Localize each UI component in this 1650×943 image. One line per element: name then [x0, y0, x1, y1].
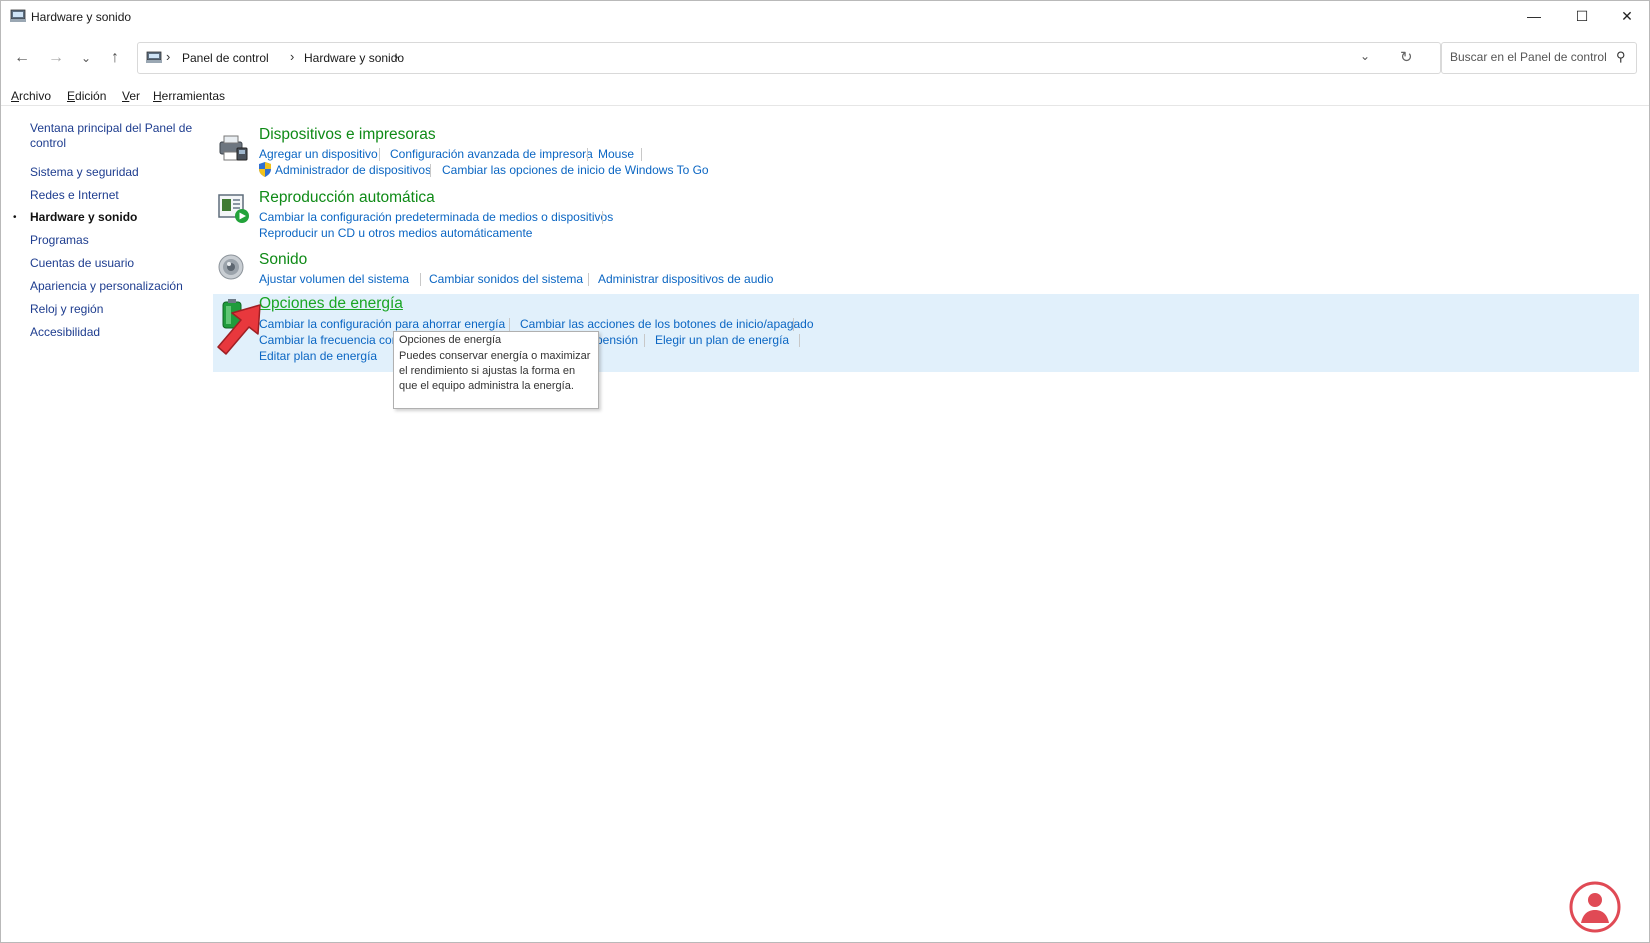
section-autoplay: Reproducción automática Cambiar la confi…	[213, 189, 1641, 244]
menu-herramientas[interactable]: Herramientas	[153, 89, 225, 103]
red-pointer-arrow-icon	[217, 304, 261, 355]
link-divider	[587, 148, 588, 161]
autoplay-icon	[218, 194, 249, 223]
link-add-device[interactable]: Agregar un dispositivo	[259, 147, 378, 161]
menu-archivo-accesskey: A	[11, 89, 20, 103]
link-advanced-printer-setup[interactable]: Configuración avanzada de impresora	[390, 147, 593, 161]
link-change-media-defaults[interactable]: Cambiar la configuración predeterminada …	[259, 210, 613, 224]
power-options-tooltip: Opciones de energía Puedes conservar ene…	[393, 331, 599, 409]
menu-edicion-accesskey: E	[67, 89, 76, 103]
link-divider	[602, 211, 603, 224]
sidebar-item-appearance[interactable]: Apariencia y personalización	[30, 279, 195, 294]
link-divider	[644, 334, 645, 347]
sidebar-item-user-accounts[interactable]: Cuentas de usuario	[30, 256, 195, 271]
menu-edicion-label: dición	[75, 89, 107, 103]
sidebar-item-control-panel-home[interactable]: Ventana principal del Panel de control	[30, 121, 195, 151]
link-divider	[799, 334, 800, 347]
link-change-sleep-frequency[interactable]: Cambiar la frecuencia con	[259, 333, 398, 347]
menu-edicion[interactable]: Edición	[67, 89, 106, 103]
window-title: Hardware y sonido	[31, 10, 132, 24]
address-bar[interactable]: › Panel de control › Hardware y sonido ›…	[137, 42, 1441, 74]
forward-arrow-icon[interactable]: →	[43, 45, 69, 71]
tooltip-title: Opciones de energía	[399, 334, 502, 346]
link-windows-to-go[interactable]: Cambiar las opciones de inicio de Window…	[442, 163, 709, 177]
refresh-icon[interactable]: ↻	[1400, 48, 1413, 66]
printer-icon	[219, 135, 248, 161]
menu-archivo-label: rchivo	[19, 89, 52, 103]
search-box[interactable]: ⚲	[1441, 42, 1637, 74]
link-divider	[430, 164, 431, 177]
link-divider	[588, 273, 589, 286]
speaker-icon	[218, 254, 244, 280]
link-change-sleep-frequency-tail[interactable]: pensión	[596, 333, 638, 347]
uac-shield-icon	[259, 162, 271, 177]
back-arrow-icon[interactable]: ←	[9, 45, 35, 71]
section-devices-printers: Dispositivos e impresoras Agregar un dis…	[213, 126, 1641, 181]
menu-ver-label: er	[129, 89, 141, 103]
watermark-logo	[1569, 881, 1621, 933]
link-divider	[509, 318, 510, 331]
breadcrumb-hardware-sound[interactable]: Hardware y sonido	[290, 51, 404, 65]
link-divider	[793, 318, 794, 331]
link-change-system-sounds[interactable]: Cambiar sonidos del sistema	[429, 272, 583, 286]
tooltip-body: Puedes conservar energía o maximizar el …	[399, 350, 591, 392]
maximize-button[interactable]: ☐	[1559, 1, 1605, 31]
autoplay-heading[interactable]: Reproducción automática	[259, 189, 435, 207]
menu-herramientas-label: erramientas	[161, 89, 226, 103]
sound-heading[interactable]: Sonido	[259, 251, 307, 269]
sidebar-item-accessibility[interactable]: Accesibilidad	[30, 325, 195, 340]
link-divider	[641, 148, 642, 161]
link-device-manager[interactable]: Administrador de dispositivos	[275, 163, 431, 177]
sidebar-item-system-security[interactable]: Sistema y seguridad	[30, 165, 195, 180]
current-item-bullet: •	[13, 212, 17, 223]
close-button[interactable]: ✕	[1604, 1, 1650, 31]
link-change-power-button-actions[interactable]: Cambiar las acciones de los botones de i…	[520, 317, 814, 331]
breadcrumb-control-panel[interactable]: Panel de control	[182, 51, 269, 65]
link-manage-audio-devices[interactable]: Administrar dispositivos de audio	[598, 272, 773, 286]
sidebar-item-programs[interactable]: Programas	[30, 233, 195, 248]
recent-locations-chevron-icon[interactable]: ⌄	[73, 45, 99, 71]
sidebar-item-network-internet[interactable]: Redes e Internet	[30, 188, 195, 203]
up-arrow-icon[interactable]: ↑	[102, 45, 128, 71]
link-choose-power-plan[interactable]: Elegir un plan de energía	[655, 333, 789, 347]
title-bar: Hardware y sonido — ☐ ✕	[1, 1, 1649, 33]
link-adjust-volume[interactable]: Ajustar volumen del sistema	[259, 272, 409, 286]
address-dropdown-chevron-icon[interactable]: ⌄	[1360, 49, 1370, 63]
power-options-heading[interactable]: Opciones de energía	[259, 295, 403, 313]
link-divider	[420, 273, 421, 286]
menu-ver[interactable]: Ver	[122, 89, 140, 103]
link-play-cd-automatically[interactable]: Reproducir un CD u otros medios automáti…	[259, 226, 532, 240]
section-sound: Sonido Ajustar volumen del sistema Cambi…	[213, 251, 1641, 291]
sidebar-item-clock-region[interactable]: Reloj y región	[30, 302, 195, 317]
link-edit-power-plan[interactable]: Editar plan de energía	[259, 349, 377, 363]
link-mouse[interactable]: Mouse	[598, 147, 634, 161]
control-panel-icon	[10, 9, 26, 22]
control-panel-window: Hardware y sonido — ☐ ✕ ← → ⌄ ↑ › Panel …	[0, 0, 1650, 943]
menu-herramientas-accesskey: H	[153, 89, 162, 103]
menu-bar: Archivo Edición Ver Herramientas	[1, 85, 1649, 106]
link-change-power-saving-settings[interactable]: Cambiar la configuración para ahorrar en…	[259, 317, 505, 331]
control-panel-breadcrumb-icon	[146, 51, 162, 63]
breadcrumb-separator[interactable]: ›	[394, 49, 398, 64]
devices-printers-heading[interactable]: Dispositivos e impresoras	[259, 126, 436, 144]
link-divider	[379, 148, 380, 161]
search-input[interactable]	[1448, 49, 1612, 65]
menu-archivo[interactable]: Archivo	[11, 89, 51, 103]
search-icon[interactable]: ⚲	[1616, 49, 1626, 65]
minimize-button[interactable]: —	[1511, 1, 1557, 31]
sidebar-item-hardware-sound: Hardware y sonido	[30, 210, 138, 224]
breadcrumb-separator[interactable]: ›	[166, 49, 170, 64]
